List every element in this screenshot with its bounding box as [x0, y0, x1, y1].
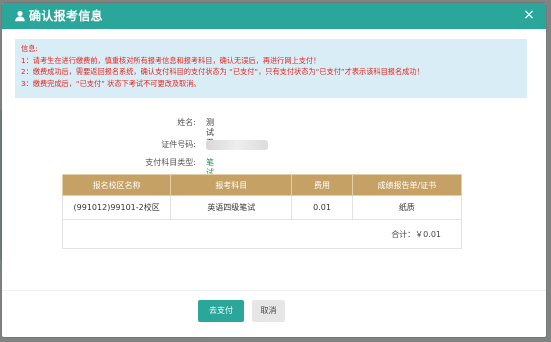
- dialog-title: 确认报考信息: [29, 9, 103, 23]
- pay-subject-type-label: 支付科目类型:: [145, 158, 196, 167]
- id-number-redaction: [206, 140, 268, 150]
- notice-line: 1：请考生在进行缴费前，慎重核对所有报考信息和报考科目，确认无误后，再进行网上支…: [21, 55, 321, 65]
- confirm-registration-dialog: 确认报考信息 × 信息: 1：请考生在进行缴费前，慎重核对所有报考信息和报考科目…: [2, 3, 546, 337]
- id-label: 证件号码:: [161, 140, 196, 149]
- column-header-campus: 报名校区名称: [61, 174, 172, 196]
- notice-heading: 信息:: [21, 44, 38, 53]
- total-row: 合计：￥0.01: [62, 219, 462, 249]
- cell-campus: (991012)99101-2校区: [61, 195, 172, 220]
- cancel-button[interactable]: 取消: [252, 300, 285, 322]
- table-row: (991012)99101-2校区 英语四级笔试 0.01 纸质: [61, 195, 463, 220]
- user-icon: [15, 10, 25, 22]
- column-header-fee: 费用: [291, 174, 353, 196]
- notice-line: 2：缴费成功后，需要返回报名系统，确认支付科目的支付状态为 “已支付”，只有支付…: [21, 67, 424, 76]
- footer-divider: [2, 290, 546, 291]
- notice-line: 3：缴费完成后，“已支付” 状态下考试不可更改及取消。: [21, 78, 201, 88]
- fee-table: 报名校区名称 报考科目 费用 成绩报告单/证书 (991012)99101-2校…: [61, 174, 463, 249]
- total-amount: 合计：￥0.01: [62, 219, 462, 249]
- column-header-report: 成绩报告单/证书: [351, 174, 463, 196]
- cell-subject: 英语四级笔试: [170, 195, 293, 220]
- cell-report: 纸质: [351, 195, 463, 220]
- dialog-header: 确认报考信息 ×: [2, 3, 546, 29]
- table-header-row: 报名校区名称 报考科目 费用 成绩报告单/证书: [61, 174, 463, 196]
- notice-box: 信息: 1：请考生在进行缴费前，慎重核对所有报考信息和报考科目，确认无误后，再进…: [15, 39, 527, 98]
- cell-fee: 0.01: [291, 195, 353, 220]
- close-icon[interactable]: ×: [522, 8, 536, 22]
- column-header-subject: 报考科目: [170, 174, 293, 196]
- name-label: 姓名:: [177, 118, 196, 127]
- pay-button[interactable]: 去支付: [198, 300, 244, 322]
